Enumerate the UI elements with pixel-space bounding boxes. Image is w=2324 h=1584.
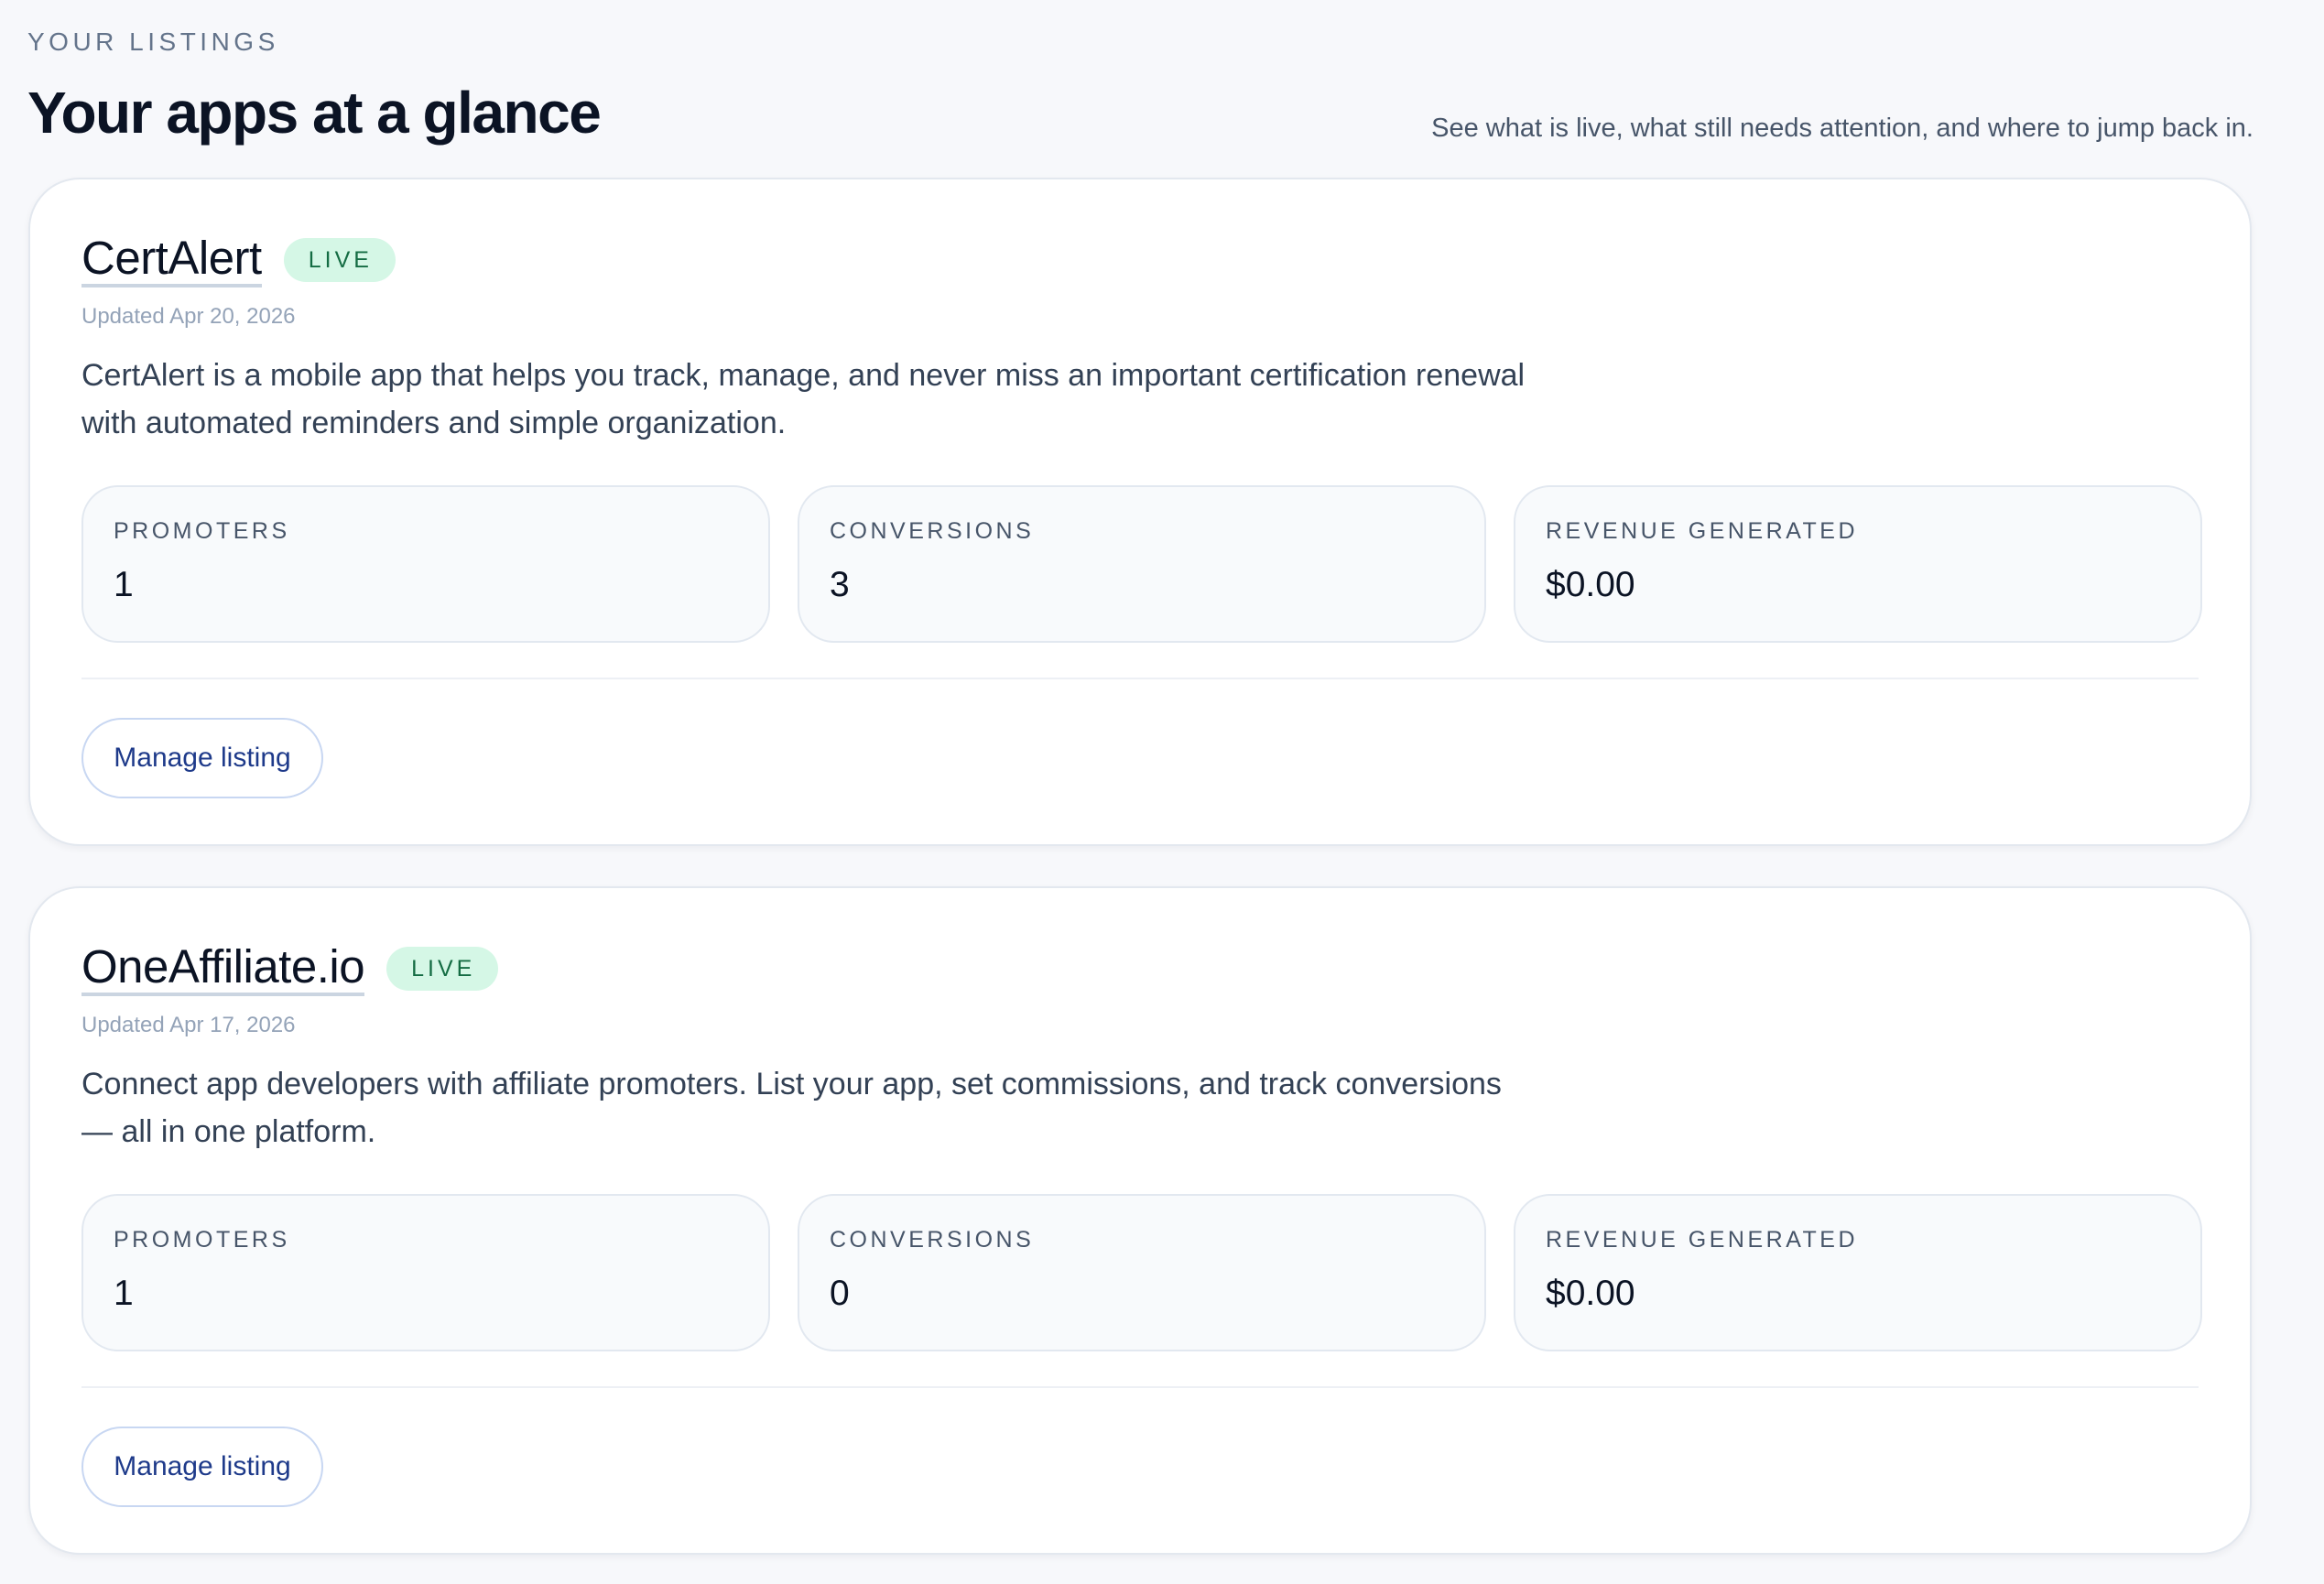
section-eyebrow: YOUR LISTINGS (27, 27, 279, 56)
updated-date: Updated Apr 20, 2026 (81, 304, 296, 329)
stat-conversions: CONVERSIONS 0 (798, 1194, 1486, 1351)
listing-header: OneAffiliate.io LIVE (81, 941, 499, 996)
manage-listing-button[interactable]: Manage listing (81, 1427, 323, 1507)
app-description: CertAlert is a mobile app that helps you… (81, 358, 1526, 440)
stat-revenue: REVENUE GENERATED $0.00 (1514, 1194, 2202, 1351)
listing-card: OneAffiliate.io LIVE Updated Apr 17, 202… (28, 886, 2252, 1555)
listing-header: CertAlert LIVE (81, 233, 396, 288)
stat-conversions: CONVERSIONS 3 (798, 485, 1486, 643)
page-title: Your apps at a glance (27, 80, 602, 146)
stat-value: $0.00 (1546, 1274, 1635, 1313)
updated-date: Updated Apr 17, 2026 (81, 1013, 296, 1037)
stat-label: CONVERSIONS (830, 1227, 1035, 1253)
stat-value: 0 (830, 1274, 850, 1313)
stat-label: PROMOTERS (114, 1227, 290, 1253)
status-badge: LIVE (283, 238, 396, 282)
stats-row: PROMOTERS 1 CONVERSIONS 0 REVENUE GENERA… (81, 1194, 2202, 1351)
stat-value: 1 (114, 1274, 134, 1313)
app-name-link[interactable]: OneAffiliate.io (81, 941, 365, 996)
stat-label: REVENUE GENERATED (1546, 1227, 1859, 1253)
stat-revenue: REVENUE GENERATED $0.00 (1514, 485, 2202, 643)
status-badge: LIVE (386, 947, 499, 991)
page-subtitle: See what is live, what still needs atten… (1431, 114, 2253, 143)
stat-value: 3 (830, 565, 850, 604)
stat-label: CONVERSIONS (830, 518, 1035, 544)
stat-label: REVENUE GENERATED (1546, 518, 1859, 544)
stat-label: PROMOTERS (114, 518, 290, 544)
app-name-link[interactable]: CertAlert (81, 233, 262, 288)
app-description: Connect app developers with affiliate pr… (81, 1067, 1502, 1149)
listing-card: CertAlert LIVE Updated Apr 20, 2026 Cert… (28, 178, 2252, 846)
stat-value: 1 (114, 565, 134, 604)
manage-listing-button[interactable]: Manage listing (81, 718, 323, 798)
stat-promoters: PROMOTERS 1 (81, 1194, 770, 1351)
card-divider (81, 1386, 2199, 1388)
stats-row: PROMOTERS 1 CONVERSIONS 3 REVENUE GENERA… (81, 485, 2202, 643)
stat-value: $0.00 (1546, 565, 1635, 604)
card-divider (81, 678, 2199, 679)
stat-promoters: PROMOTERS 1 (81, 485, 770, 643)
